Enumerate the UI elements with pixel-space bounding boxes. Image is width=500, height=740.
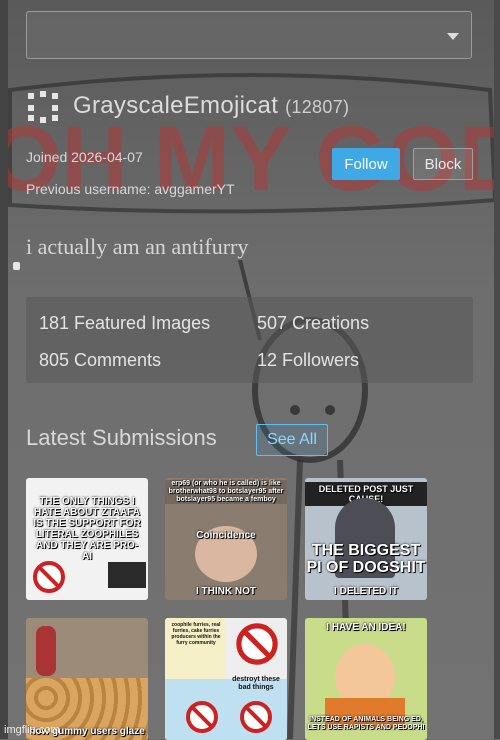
follow-button[interactable]: Follow bbox=[332, 148, 400, 180]
no-furry-icon bbox=[186, 701, 218, 733]
right-frame bbox=[494, 0, 500, 739]
thumbnail-caption-top: I HAVE AN IDEA! bbox=[326, 622, 406, 633]
left-frame bbox=[0, 0, 8, 739]
submission-thumbnail[interactable]: I HAVE AN IDEA! INSTEAD OF ANIMALS BEING… bbox=[305, 618, 427, 740]
stat-followers[interactable]: 12 Followers bbox=[257, 350, 359, 371]
username: GrayscaleEmojicat (12807) bbox=[73, 92, 349, 120]
stream-select-dropdown[interactable] bbox=[26, 11, 472, 59]
submission-thumbnail[interactable]: erp69 (or who he is called) is like brot… bbox=[165, 478, 287, 600]
block-button[interactable]: Block bbox=[413, 148, 473, 180]
user-bio: i actually am an antifurry bbox=[26, 234, 249, 259]
thumbnail-caption-bottom: I THINK NOT bbox=[196, 586, 256, 597]
thumbnail-art bbox=[36, 626, 56, 676]
see-all-button[interactable]: See All bbox=[256, 424, 328, 456]
chevron-down-icon bbox=[447, 33, 459, 40]
submission-thumbnail[interactable]: how gummy users glaze bbox=[26, 618, 148, 740]
previous-username: Previous username: avggamerYT bbox=[26, 181, 235, 197]
thumbnail-caption-top: erp69 (or who he is called) is like brot… bbox=[165, 480, 287, 504]
joined-date: Joined 2026-04-07 bbox=[26, 149, 143, 165]
stat-featured-images[interactable]: 181 Featured Images bbox=[39, 313, 210, 334]
thumbnail-caption-mid: THE BIGGEST PI OF DOGSHIT bbox=[306, 542, 426, 576]
thumbnail-caption-top: zoophile furries, real furries, cake fur… bbox=[171, 622, 221, 646]
no-furry-icon bbox=[33, 561, 65, 593]
watermark: imgflip.com bbox=[4, 724, 60, 736]
stat-comments[interactable]: 805 Comments bbox=[39, 350, 161, 371]
bio-expand-handle[interactable] bbox=[13, 262, 20, 270]
stats-panel: 181 Featured Images 507 Creations 805 Co… bbox=[26, 297, 473, 383]
thumbnail-caption-mid: destroyt these bad things bbox=[232, 676, 280, 691]
submission-thumbnail[interactable]: DELETED POST JUST CAUSE! THE BIGGEST PI … bbox=[305, 478, 427, 600]
user-points: (12807) bbox=[285, 97, 350, 117]
submission-thumbnail[interactable]: zoophile furries, real furries, cake fur… bbox=[165, 618, 287, 740]
thumbnail-caption-bottom: INSTEAD OF ANIMALS BEING ED, LETS USE RA… bbox=[307, 716, 425, 731]
avatar[interactable] bbox=[26, 89, 60, 123]
thumbnail-art bbox=[108, 562, 146, 588]
no-furry-icon bbox=[240, 701, 272, 733]
stat-creations[interactable]: 507 Creations bbox=[257, 313, 369, 334]
no-furry-icon bbox=[236, 623, 278, 665]
submission-thumbnail[interactable]: THE ONLY THINGS I HATE ABOUT ZTAAFA IS T… bbox=[26, 478, 148, 600]
thumbnail-caption-top: THE ONLY THINGS I HATE ABOUT ZTAAFA IS T… bbox=[33, 496, 141, 562]
thumbnail-caption-mid: Coincidence bbox=[196, 530, 256, 541]
latest-submissions-title: Latest Submissions bbox=[26, 425, 217, 450]
username-text: GrayscaleEmojicat bbox=[73, 92, 279, 119]
thumbnail-caption-bottom: I DELETED IT bbox=[334, 586, 398, 597]
